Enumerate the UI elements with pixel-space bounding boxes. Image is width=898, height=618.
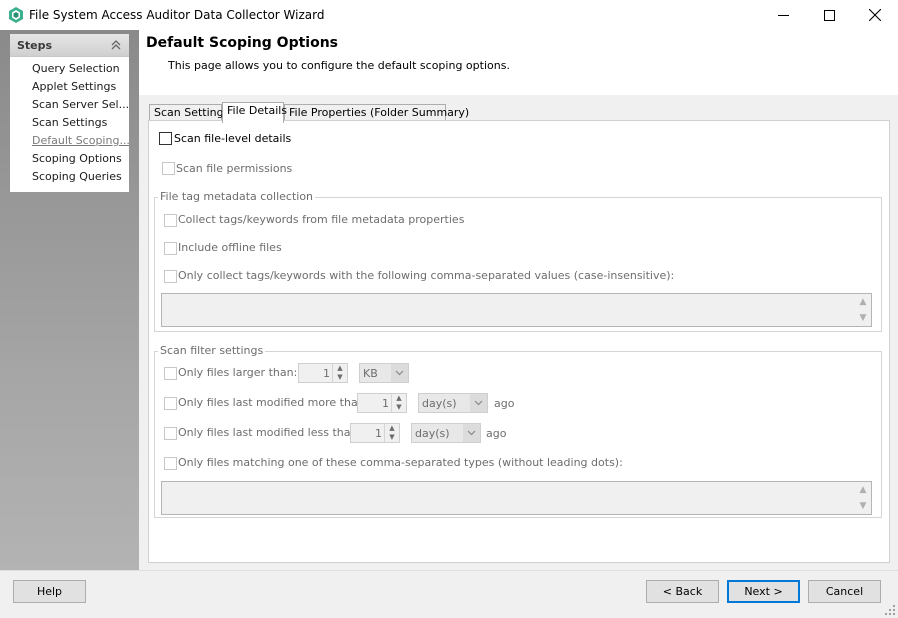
modified-more-checkbox[interactable]	[164, 397, 177, 410]
scan-file-level-label: Scan file-level details	[174, 132, 292, 145]
scroll-down-icon: ▼	[859, 501, 867, 511]
modified-more-unit: day(s)	[422, 397, 457, 410]
collect-tags-checkbox[interactable]	[164, 214, 177, 227]
minimize-icon	[777, 14, 789, 16]
double-chevron-up-icon[interactable]	[111, 38, 121, 52]
page-title: Default Scoping Options	[146, 35, 339, 51]
scroll-down-icon: ▼	[859, 313, 867, 323]
scan-permissions-label: Scan file permissions	[176, 162, 293, 175]
chevron-down-icon	[391, 364, 408, 382]
window-title: File System Access Auditor Data Collecto…	[29, 8, 325, 22]
close-button[interactable]	[852, 0, 898, 30]
metadata-group-title: File tag metadata collection	[158, 190, 316, 203]
larger-than-unit: KB	[363, 367, 378, 380]
spin-up-icon: ▲	[389, 424, 395, 432]
modified-less-unit-select[interactable]: day(s)	[411, 423, 481, 443]
larger-than-spinner[interactable]: 1 ▲ ▼	[298, 363, 348, 383]
only-collect-checkbox[interactable]	[164, 270, 177, 283]
chevron-down-icon	[470, 394, 487, 412]
next-button[interactable]: Next >	[727, 580, 800, 603]
modified-more-spinner[interactable]: 1 ▲ ▼	[357, 393, 407, 413]
tab-file-details[interactable]: File Details	[222, 102, 287, 123]
spinner-buttons[interactable]: ▲ ▼	[391, 394, 406, 412]
modified-less-value: 1	[375, 427, 382, 440]
title-bar: File System Access Auditor Data Collecto…	[0, 0, 898, 30]
step-scan-settings[interactable]: Scan Settings	[10, 114, 129, 132]
scroll-up-icon: ▲	[859, 485, 867, 495]
spin-down-icon: ▼	[389, 433, 395, 441]
matching-types-checkbox[interactable]	[164, 457, 177, 470]
include-offline-checkbox[interactable]	[164, 242, 177, 255]
resize-grip-icon[interactable]	[884, 604, 896, 616]
modified-less-checkbox[interactable]	[164, 427, 177, 440]
page-description: This page allows you to configure the de…	[168, 59, 510, 72]
step-scoping-options[interactable]: Scoping Options	[10, 150, 129, 168]
step-scoping-queries[interactable]: Scoping Queries	[10, 168, 129, 186]
modified-less-label: Only files last modified less than:	[178, 426, 362, 439]
modified-less-suffix: ago	[486, 427, 507, 440]
modified-more-suffix: ago	[494, 397, 515, 410]
collect-tags-label: Collect tags/keywords from file metadata…	[178, 213, 465, 226]
page-header: Default Scoping Options This page allows…	[139, 30, 898, 95]
matching-types-label: Only files matching one of these comma-s…	[178, 456, 623, 469]
scan-permissions-checkbox[interactable]	[162, 162, 175, 175]
filter-group: Scan filter settings Only files larger t…	[154, 344, 882, 518]
step-applet-settings[interactable]: Applet Settings	[10, 78, 129, 96]
tag-values-textarea[interactable]: ▲ ▼	[161, 293, 872, 327]
scan-file-level-checkbox[interactable]	[159, 132, 172, 145]
larger-than-checkbox[interactable]	[164, 367, 177, 380]
spinner-buttons[interactable]: ▲ ▼	[332, 364, 347, 382]
close-icon	[869, 9, 881, 21]
minimize-button[interactable]	[760, 0, 806, 30]
step-default-scoping[interactable]: Default Scoping...	[10, 132, 129, 150]
larger-than-label: Only files larger than:	[178, 366, 298, 379]
cancel-button[interactable]: Cancel	[808, 580, 881, 603]
modified-more-unit-select[interactable]: day(s)	[418, 393, 488, 413]
file-types-textarea[interactable]: ▲ ▼	[161, 481, 872, 515]
spin-down-icon: ▼	[337, 373, 343, 381]
textarea-scrollbar[interactable]: ▲ ▼	[856, 295, 870, 325]
filter-group-title: Scan filter settings	[158, 344, 266, 357]
help-button[interactable]: Help	[13, 580, 86, 603]
wizard-footer: Help < Back Next > Cancel	[0, 570, 898, 618]
spin-up-icon: ▲	[396, 394, 402, 402]
spin-up-icon: ▲	[337, 364, 343, 372]
steps-panel: Steps Query Selection Applet Settings Sc…	[10, 34, 129, 192]
larger-than-unit-select[interactable]: KB	[359, 363, 409, 383]
maximize-icon	[823, 9, 835, 21]
steps-header: Steps	[10, 34, 129, 57]
steps-title: Steps	[17, 39, 53, 52]
main-panel: Default Scoping Options This page allows…	[139, 30, 898, 570]
step-query-selection[interactable]: Query Selection	[10, 60, 129, 78]
only-collect-label: Only collect tags/keywords with the foll…	[178, 269, 675, 282]
metadata-group: File tag metadata collection Collect tag…	[154, 190, 882, 332]
maximize-button[interactable]	[806, 0, 852, 30]
back-button[interactable]: < Back	[646, 580, 719, 603]
step-scan-server-selection[interactable]: Scan Server Sel...	[10, 96, 129, 114]
modified-less-spinner[interactable]: 1 ▲ ▼	[350, 423, 400, 443]
modified-more-value: 1	[382, 397, 389, 410]
scroll-up-icon: ▲	[859, 297, 867, 307]
modified-less-unit: day(s)	[415, 427, 450, 440]
modified-more-label: Only files last modified more than:	[178, 396, 369, 409]
file-details-panel: Scan file-level details Scan file permis…	[148, 120, 890, 563]
app-logo-icon	[9, 7, 23, 23]
spinner-buttons[interactable]: ▲ ▼	[384, 424, 399, 442]
steps-list: Query Selection Applet Settings Scan Ser…	[10, 57, 129, 186]
include-offline-label: Include offline files	[178, 241, 282, 254]
spin-down-icon: ▼	[396, 403, 402, 411]
textarea-scrollbar[interactable]: ▲ ▼	[856, 483, 870, 513]
chevron-down-icon	[463, 424, 480, 442]
larger-than-value: 1	[323, 367, 330, 380]
steps-sidebar: Steps Query Selection Applet Settings Sc…	[0, 30, 139, 570]
